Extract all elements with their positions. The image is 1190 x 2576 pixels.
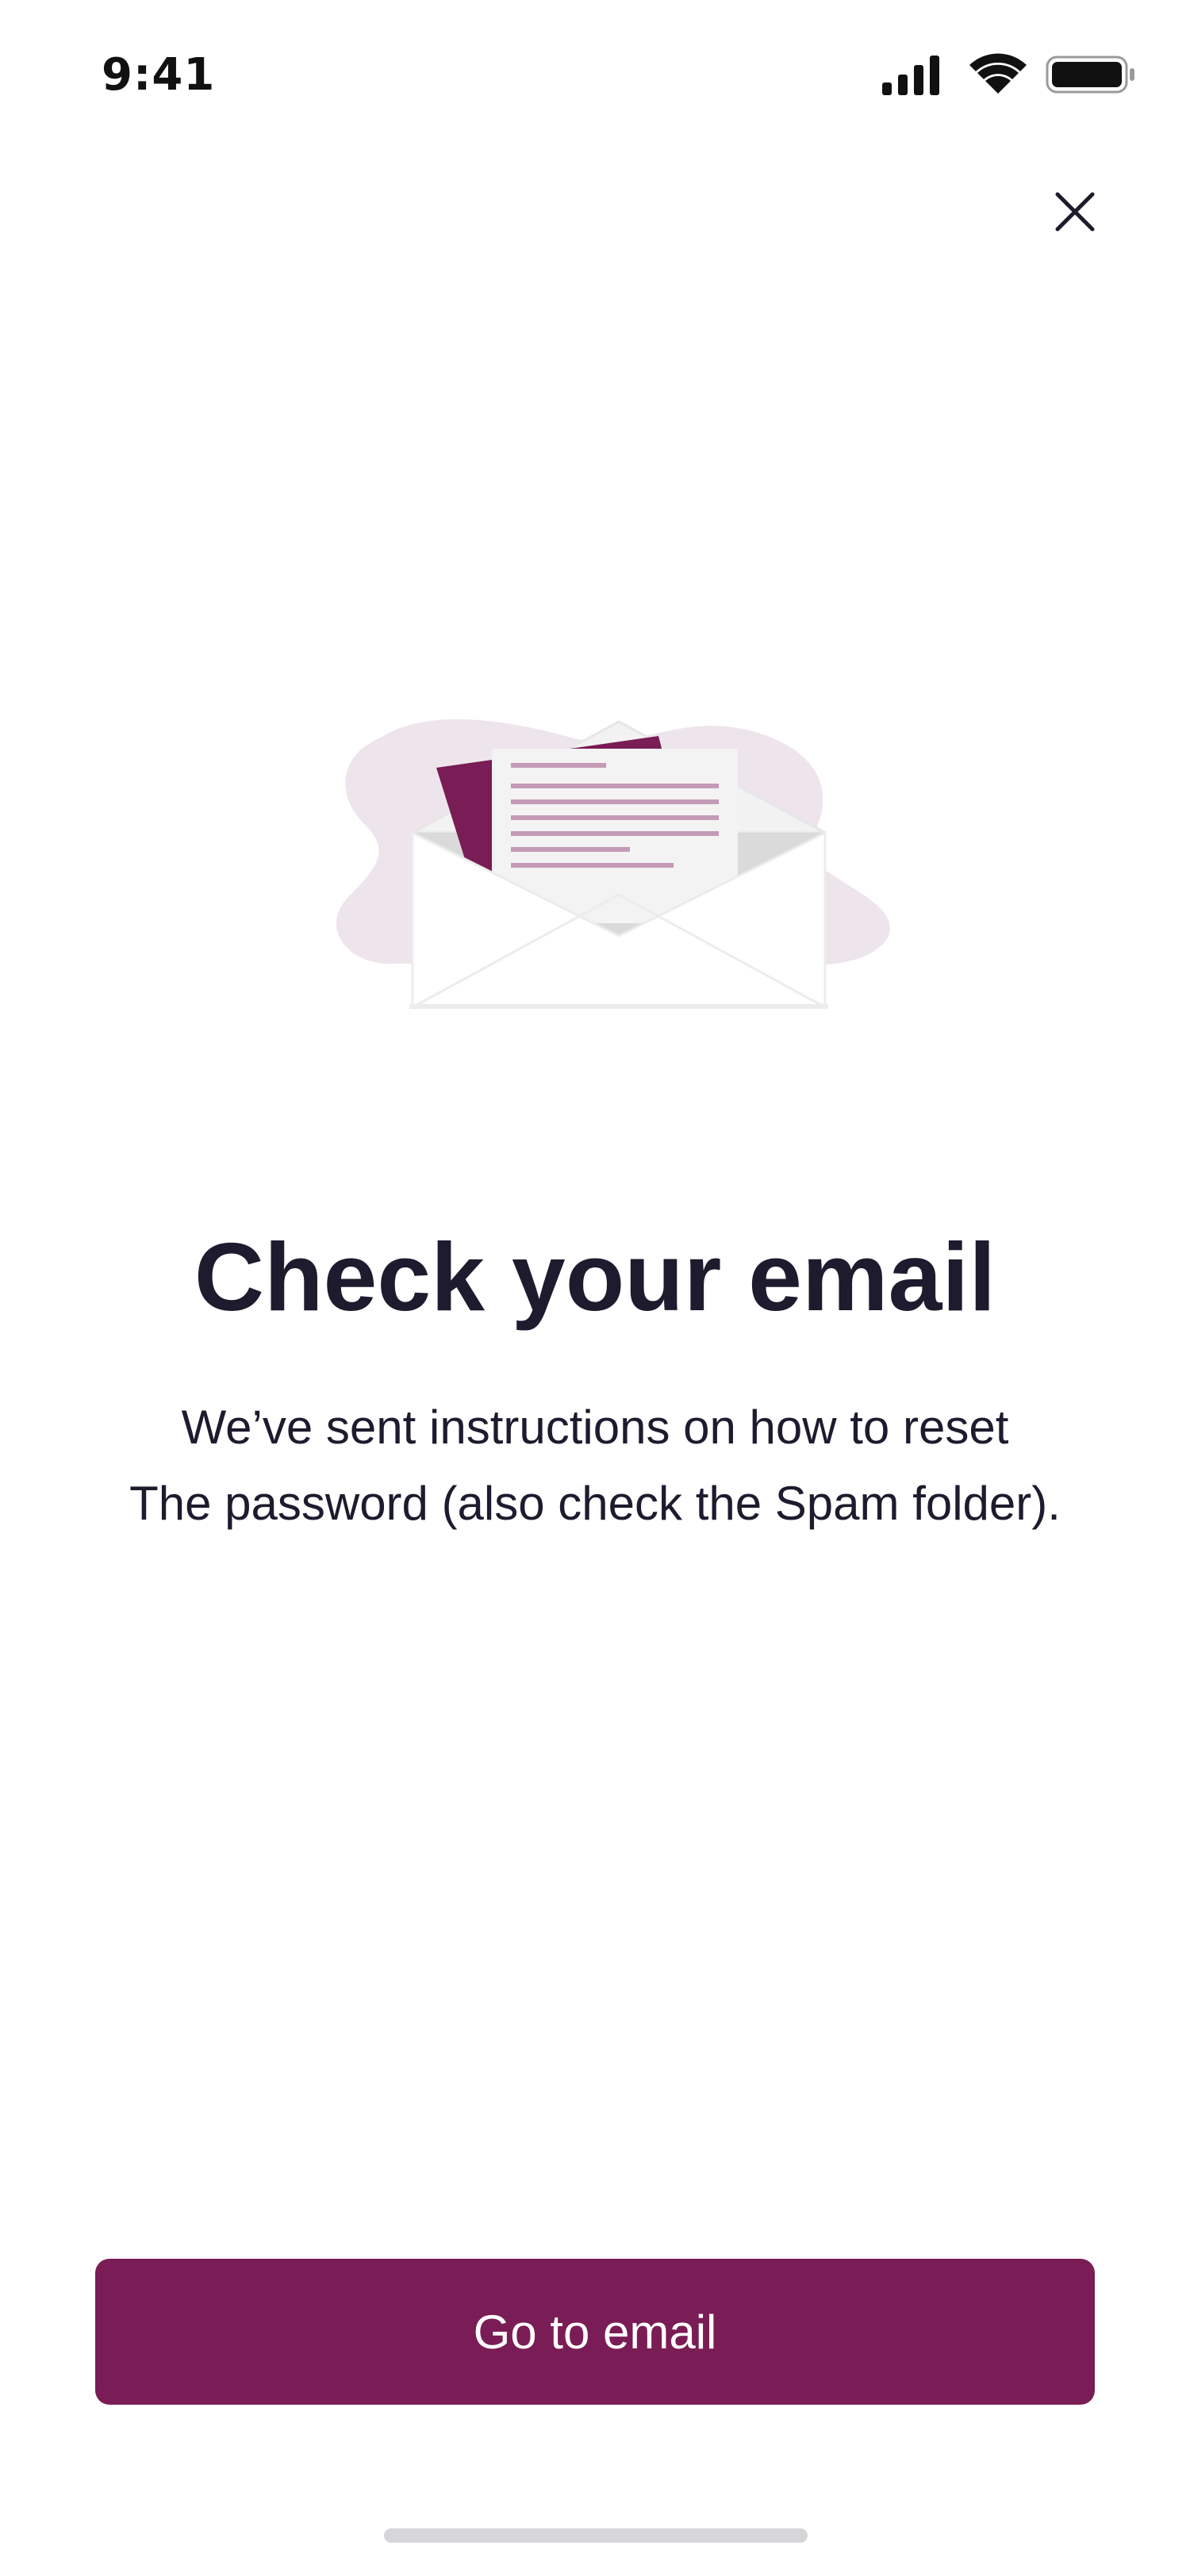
battery-icon <box>1046 56 1134 94</box>
status-bar: 9:41 <box>0 0 1190 151</box>
close-button[interactable] <box>1039 176 1111 247</box>
status-icons <box>881 52 1142 97</box>
home-indicator <box>384 2528 808 2543</box>
page-title: Check your email <box>194 1223 996 1331</box>
go-to-email-button[interactable]: Go to email <box>95 2259 1095 2405</box>
instructions-text: We’ve sent instructions on how to reset … <box>79 1390 1111 1542</box>
cellular-signal-icon <box>882 56 939 95</box>
envelope-illustration-svg <box>336 719 890 1009</box>
instructions-line-1: We’ve sent instructions on how to reset <box>181 1401 1009 1454</box>
open-envelope-illustration <box>333 706 904 1023</box>
close-icon <box>1055 192 1095 232</box>
wifi-icon <box>969 53 1027 94</box>
go-to-email-label: Go to email <box>473 2305 717 2359</box>
status-time: 9:41 <box>102 49 216 101</box>
instructions-line-2: The password (also check the Spam folder… <box>129 1477 1061 1530</box>
status-icons-svg <box>882 53 1134 95</box>
